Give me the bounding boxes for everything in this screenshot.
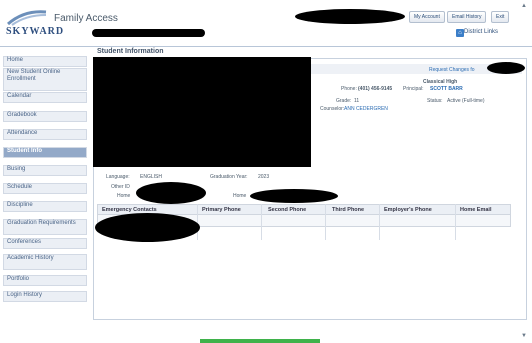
sidebar-item-calendar[interactable]: Calendar — [3, 92, 87, 103]
home-address-label: Home — [233, 193, 247, 199]
my-account-link[interactable]: My Account — [409, 11, 445, 23]
sidebar-item-portfolio[interactable]: Portfolio — [3, 275, 87, 286]
skyward-logo[interactable]: SKYWARD — [6, 26, 64, 37]
sidebar-item-schedule[interactable]: Schedule — [3, 183, 87, 194]
exit-link[interactable]: Exit — [491, 11, 510, 23]
other-id-label: Other ID — [111, 184, 130, 190]
scroll-down-icon[interactable]: ▼ — [521, 333, 527, 339]
sidebar-item-gradebook[interactable]: Gradebook — [3, 111, 87, 122]
sidebar-item-busing[interactable]: Busing — [3, 165, 87, 176]
col-employers-phone[interactable]: Employer's Phone — [384, 207, 432, 213]
page-title: Student Information — [97, 48, 164, 55]
scroll-up-icon[interactable]: ▲ — [521, 3, 527, 9]
column-divider — [261, 204, 262, 240]
redacted-home-address — [250, 189, 338, 203]
sidebar-item-student-info[interactable]: Student Info — [3, 147, 87, 158]
sidebar-item-conferences[interactable]: Conferences — [3, 238, 87, 249]
language-label: Language: — [106, 174, 130, 180]
sidebar-item-login-history[interactable]: Login History — [3, 291, 87, 302]
school-name: Classical High — [423, 79, 458, 85]
col-home-email[interactable]: Home Email — [460, 207, 491, 213]
sidebar-nav: Home New Student Online Enrollment Calen… — [0, 52, 90, 302]
col-second-phone[interactable]: Second Phone — [268, 207, 306, 213]
grade-value: 11 — [354, 98, 360, 104]
column-divider — [455, 204, 456, 240]
sidebar-item-attendance[interactable]: Attendance — [3, 129, 87, 140]
sidebar-item-home[interactable]: Home — [3, 56, 87, 67]
grade-label: Grade: — [336, 98, 352, 104]
language-value: ENGLISH — [140, 174, 162, 180]
district-links-icon[interactable]: ⌂ — [456, 29, 464, 37]
col-primary-phone[interactable]: Primary Phone — [202, 207, 241, 213]
district-links[interactable]: District Links — [464, 29, 498, 35]
redacted-emergency-contact — [95, 213, 200, 242]
redacted-student-name — [92, 29, 205, 37]
taskbar-strip — [200, 339, 320, 343]
col-third-phone[interactable]: Third Phone — [332, 207, 364, 213]
skyward-logo-swoosh-icon — [7, 10, 47, 26]
sidebar-item-academic-history[interactable]: Academic History — [3, 254, 87, 270]
graduation-year-label: Graduation Year: — [210, 174, 248, 180]
phone-value: (401) 456-9145 — [358, 86, 393, 92]
sidebar-item-discipline[interactable]: Discipline — [3, 201, 87, 212]
graduation-year-value: 2023 — [258, 174, 270, 180]
redacted-other-id — [136, 182, 206, 204]
counselor-value[interactable]: ANN CEDERGREN — [344, 106, 388, 112]
principal-value[interactable]: SCOTT BARR — [430, 86, 463, 92]
counselor-label: Counselor: — [320, 106, 345, 112]
sidebar-item-new-student-online-enrollment[interactable]: New Student Online Enrollment — [3, 68, 87, 91]
status-value: Active (Full-time) — [447, 98, 485, 104]
column-divider — [379, 204, 380, 240]
app-title: Family Access — [54, 13, 118, 24]
redacted-request-target — [487, 62, 525, 74]
status-label: Status: — [427, 98, 443, 104]
redacted-header-info — [295, 9, 405, 24]
home-phone-label: Home — [117, 193, 131, 199]
principal-label: Principal: — [403, 86, 424, 92]
column-divider — [325, 204, 326, 240]
email-history-link[interactable]: Email History — [447, 11, 487, 23]
redacted-student-photo-details — [93, 57, 311, 167]
sidebar-item-graduation-requirements[interactable]: Graduation Requirements — [3, 219, 87, 235]
phone-label: Phone: — [341, 86, 357, 92]
request-changes-link[interactable]: Request Changes fo — [429, 67, 475, 73]
